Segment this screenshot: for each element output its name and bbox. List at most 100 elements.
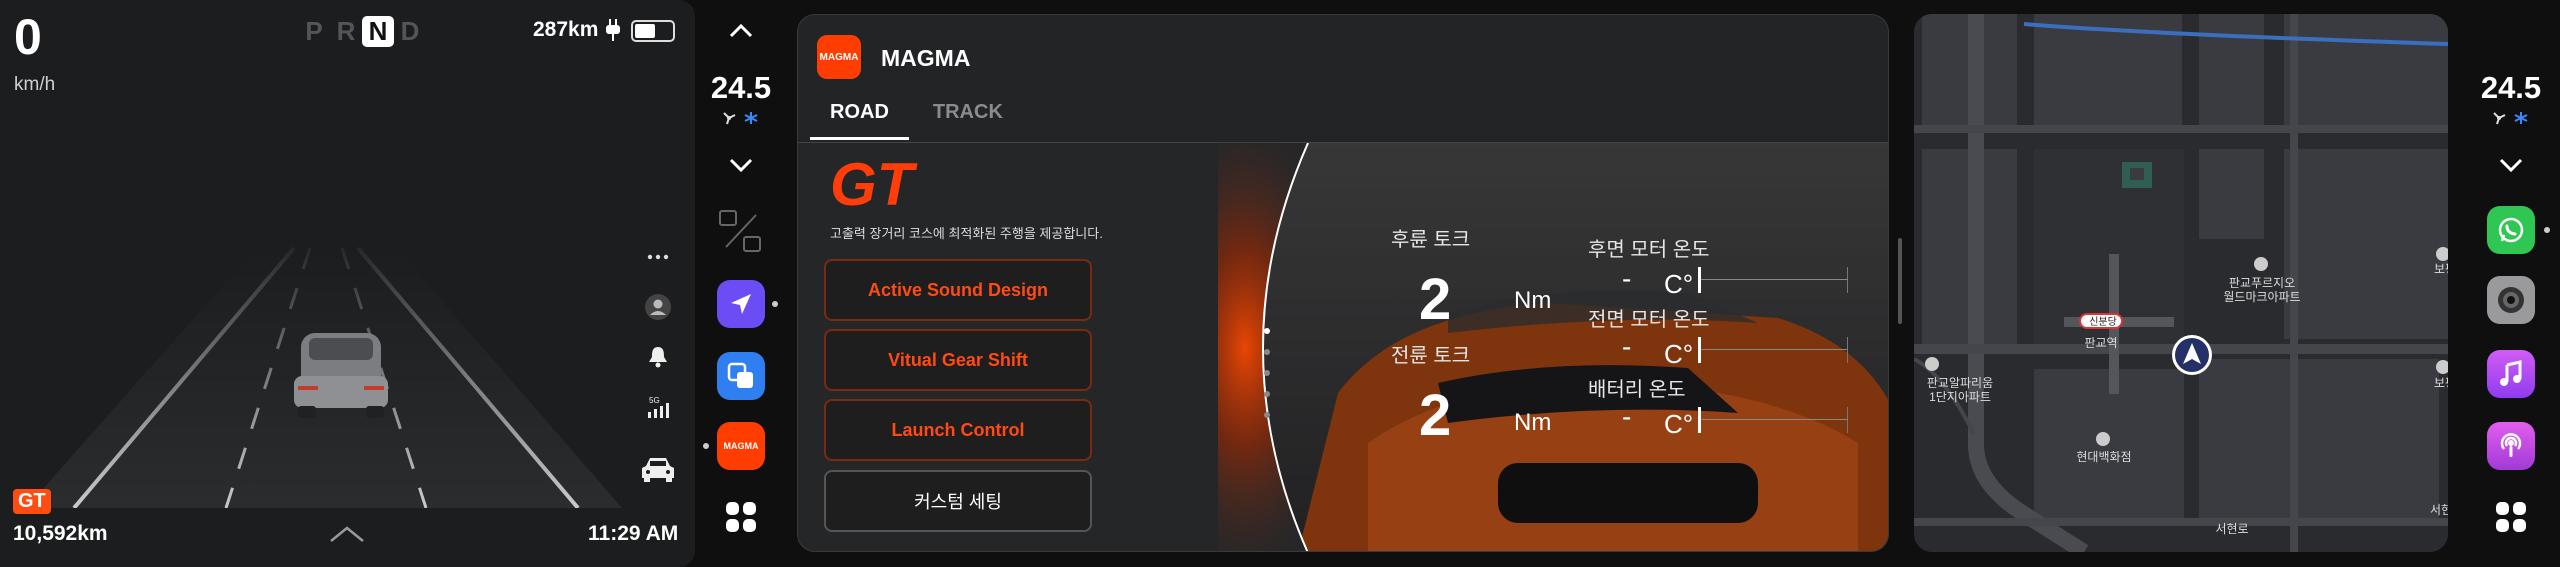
torque-unit: Nm <box>1514 287 1552 314</box>
left-dock: 24.5 MAGMA <box>695 0 787 567</box>
mode-tabs: ROAD TRACK <box>810 101 1027 140</box>
fan-icon <box>2493 112 2506 125</box>
custom-setting-button[interactable]: 커스텀 세팅 <box>824 470 1092 532</box>
app-grid-icon <box>2496 502 2526 532</box>
tab-track[interactable]: TRACK <box>913 101 1023 140</box>
camera-icon <box>2487 276 2535 324</box>
active-app-dot <box>2544 227 2550 233</box>
map-label-prugio: 판교푸르지오 월드마크아파트 <box>2223 276 2301 305</box>
fan-indicator <box>2462 108 2560 128</box>
torque-unit: Nm <box>1514 409 1552 436</box>
music-icon <box>2487 350 2535 398</box>
front-torque-label: 전륜 토크 <box>1391 345 1471 367</box>
snowflake-icon <box>744 112 758 124</box>
drive-mode-badge: GT <box>13 489 51 514</box>
battery-temp-label: 배터리 온도 <box>1588 379 1686 401</box>
front-torque-value: 2 <box>1419 383 1452 448</box>
snowflake-icon <box>2514 112 2528 124</box>
front-motor-temp-value: - <box>1622 331 1632 362</box>
podcast-icon <box>2487 422 2535 470</box>
split-resize-handle[interactable] <box>1898 238 1902 324</box>
map-label-hyundai: 현대백화점 <box>2076 450 2132 464</box>
battery-icon <box>631 20 675 42</box>
bell-icon[interactable] <box>638 332 678 382</box>
rear-torque-value: 2 <box>1419 267 1452 332</box>
car-icon[interactable] <box>638 432 678 506</box>
instrument-cluster: 0 km/h PRND 287km 5G GT 10,592km 11:29 A… <box>0 0 695 567</box>
passenger-temp-down-button[interactable] <box>2462 152 2560 178</box>
whatsapp-icon <box>2487 206 2535 254</box>
panel-header: MAGMA MAGMA ROAD TRACK <box>798 15 1888 143</box>
magma-logo: MAGMA <box>817 35 861 79</box>
navigation-map[interactable]: 신분당 판교역 판교알파리움 1단지아파트 현대백화점 판교푸르지오 월드마크아… <box>1914 14 2448 552</box>
music-app[interactable] <box>2462 346 2560 402</box>
map-label-road: 서현로 <box>2215 522 2249 536</box>
virtual-gear-shift-button[interactable]: Vitual Gear Shift <box>824 329 1092 391</box>
gear-p: P <box>305 16 323 46</box>
map-label-bo-top: 보평 <box>2434 262 2448 276</box>
magma-icon: MAGMA <box>717 422 765 470</box>
rear-motor-temp-bar <box>1698 267 1848 293</box>
temp-unit: C° <box>1664 409 1694 439</box>
tab-road[interactable]: ROAD <box>810 101 909 140</box>
app-grid-icon <box>726 502 756 532</box>
speed-value: 0 <box>14 9 42 65</box>
clock: 11:29 AM <box>588 522 679 545</box>
panel-content: GT 고출력 장거리 코스에 최적화된 주행을 제공합니다. Active So… <box>798 143 1888 551</box>
seat-heater-button[interactable] <box>695 206 787 256</box>
camera-app[interactable] <box>2462 272 2560 328</box>
navigation-icon <box>717 280 765 328</box>
range-value: 287km <box>533 18 599 41</box>
cabin-temperature: 24.5 <box>710 70 772 105</box>
magma-app[interactable]: MAGMA <box>695 418 787 474</box>
chevron-down-icon <box>729 158 753 173</box>
rear-motor-temp-label: 후면 모터 온도 <box>1588 239 1710 261</box>
chevron-down-icon <box>2499 158 2523 173</box>
temp-up-button[interactable] <box>695 18 787 44</box>
front-motor-temp-bar <box>1698 337 1848 363</box>
map-label-alpharium: 판교알파리움 1단지아파트 <box>1926 376 1994 405</box>
temp-unit: C° <box>1664 339 1694 369</box>
speed-unit: km/h <box>14 74 56 95</box>
connect-app[interactable] <box>695 348 787 404</box>
more-icon[interactable] <box>638 232 678 282</box>
signal-5g-icon: 5G <box>638 382 678 432</box>
battery-fill <box>635 24 655 38</box>
active-app-dot <box>772 301 778 307</box>
rear-torque-label: 후륜 토크 <box>1391 229 1471 251</box>
temp-down-button[interactable] <box>695 152 787 178</box>
station-badge-label: 신분당 <box>2089 317 2117 328</box>
chevron-up-icon <box>729 23 753 38</box>
right-dock: 24.5 <box>2462 0 2560 567</box>
battery-temp-bar <box>1698 407 1848 433</box>
fan-icon <box>723 112 736 125</box>
front-motor-temp-label: 전면 모터 온도 <box>1588 309 1710 331</box>
podcasts-app[interactable] <box>2462 418 2560 474</box>
fan-indicator <box>695 108 787 128</box>
mode-title: GT <box>830 151 914 218</box>
chevron-up-icon[interactable] <box>328 524 366 544</box>
page-indicator[interactable] <box>1264 328 1272 433</box>
gear-r: R <box>336 16 356 46</box>
passenger-temperature: 24.5 <box>2480 70 2542 105</box>
rear-motor-temp-value: - <box>1622 263 1632 294</box>
map-label-seo-right: 서현 <box>2430 503 2448 517</box>
charging-plug-icon <box>606 19 620 41</box>
active-sound-design-button[interactable]: Active Sound Design <box>824 259 1092 321</box>
battery-temp-value: - <box>1622 401 1632 432</box>
profile-icon[interactable] <box>638 282 678 332</box>
map-label-bo-mid: 보평 <box>2434 376 2448 390</box>
app-grid-button[interactable] <box>695 497 787 537</box>
odometer: 10,592km <box>13 522 108 545</box>
gear-selector: PRND <box>298 16 426 47</box>
connect-icon <box>717 352 765 400</box>
cluster-side-icons: 5G <box>638 232 678 506</box>
map-canvas[interactable] <box>1914 14 2448 552</box>
temp-unit: C° <box>1664 269 1694 299</box>
launch-control-button[interactable]: Launch Control <box>824 399 1092 461</box>
svg-text:5G: 5G <box>649 396 660 405</box>
gear-n: N <box>362 16 394 47</box>
app-grid-button[interactable] <box>2462 497 2560 537</box>
road-visualization <box>26 246 622 508</box>
map-label-pangyo: 판교역 <box>2084 336 2118 350</box>
